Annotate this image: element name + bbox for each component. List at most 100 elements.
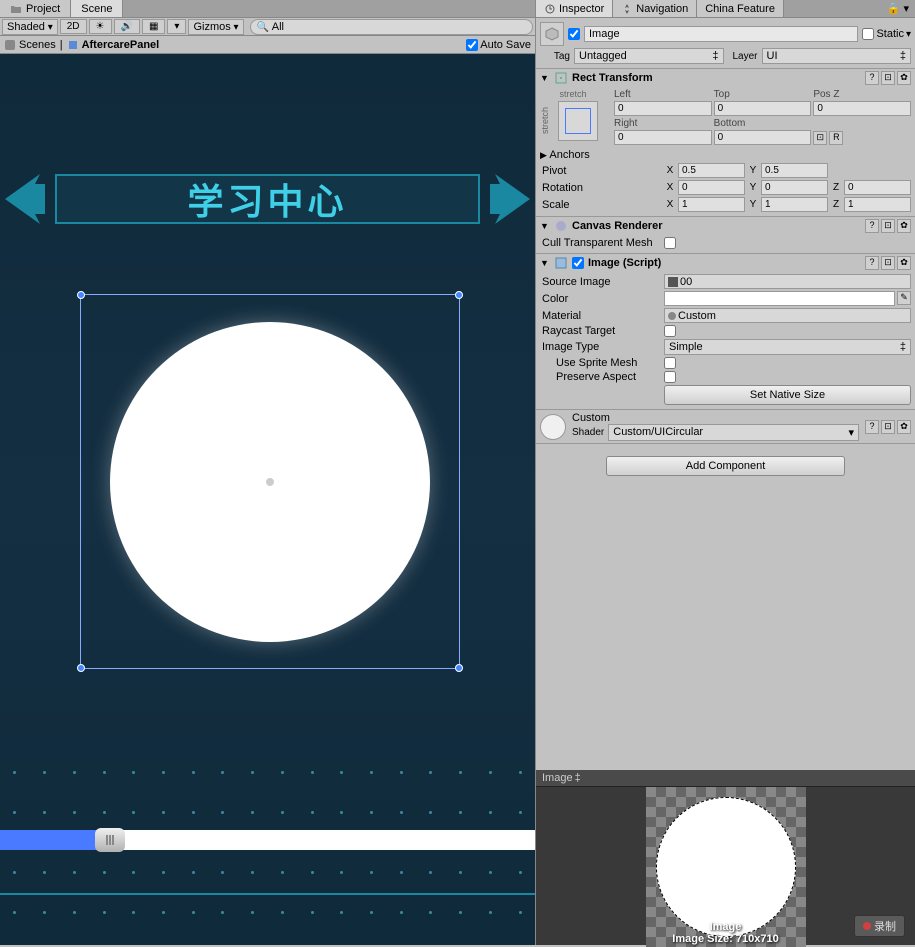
color-field[interactable] <box>664 291 895 306</box>
banner-arrow-right-icon <box>485 164 535 234</box>
pivot-y-field[interactable] <box>761 163 828 178</box>
canvas-icon <box>554 219 568 233</box>
gameobject-header: Static ▾ Tag Untagged‡ Layer UI‡ <box>536 18 915 69</box>
help-button[interactable]: ? <box>865 71 879 85</box>
help-button[interactable]: ? <box>865 256 879 270</box>
record-dot-icon <box>863 922 871 930</box>
fx-button[interactable]: ▦ <box>142 19 165 34</box>
lighting-button[interactable]: ☀ <box>89 19 112 34</box>
help-button[interactable]: ? <box>865 219 879 233</box>
raw-edit-button[interactable]: R <box>829 131 843 145</box>
resize-handle-bl[interactable] <box>77 664 85 672</box>
breadcrumb-item[interactable]: AftercarePanel <box>67 39 160 51</box>
raycast-label: Raycast Target <box>540 325 660 337</box>
breadcrumb-scenes[interactable]: Scenes <box>4 39 56 51</box>
extra-dropdown[interactable]: ▾ <box>167 19 186 34</box>
tab-project-label: Project <box>26 3 60 15</box>
tag-dropdown[interactable]: Untagged‡ <box>574 48 724 64</box>
slider[interactable] <box>0 830 535 850</box>
pivot-dot[interactable] <box>266 478 274 486</box>
gameobject-name-field[interactable] <box>584 26 858 42</box>
scene-view[interactable]: 学习中心 <box>0 54 535 945</box>
gear-icon[interactable]: ✿ <box>897 71 911 85</box>
slider-thumb[interactable] <box>95 828 125 852</box>
tab-inspector[interactable]: Inspector <box>536 0 613 17</box>
banner-title: 学习中心 <box>187 173 347 225</box>
bottom-field[interactable] <box>714 130 812 145</box>
add-component-button[interactable]: Add Component <box>606 456 845 476</box>
shading-dropdown[interactable]: Shaded ▾ <box>2 19 58 35</box>
fold-icon[interactable]: ▼ <box>540 258 550 268</box>
preset-button[interactable]: ⊡ <box>881 420 895 434</box>
tab-scene-label: Scene <box>81 3 112 15</box>
autosave-toggle[interactable]: Auto Save <box>466 39 531 51</box>
bottom-label: Bottom <box>714 118 812 129</box>
material-field[interactable]: Custom <box>664 308 911 323</box>
scale-y-field[interactable] <box>761 197 828 212</box>
cull-checkbox[interactable] <box>664 237 676 249</box>
shader-dropdown[interactable]: Custom/UICircular▾ <box>608 424 859 441</box>
mode-2d-button[interactable]: 2D <box>60 19 87 34</box>
preview-checker: ImageImage Size: 710x710 <box>646 787 806 947</box>
source-image-field[interactable]: 00 <box>664 274 911 289</box>
set-native-size-button[interactable]: Set Native Size <box>664 385 911 405</box>
record-button[interactable]: 录制 <box>854 915 905 937</box>
posz-field[interactable] <box>813 101 911 116</box>
inspector-icon <box>544 3 556 15</box>
preset-button[interactable]: ⊡ <box>881 256 895 270</box>
static-checkbox[interactable] <box>862 28 874 40</box>
resize-handle-br[interactable] <box>455 664 463 672</box>
selection-rect[interactable] <box>80 294 460 669</box>
material-preview-sphere[interactable] <box>540 414 566 440</box>
cull-label: Cull Transparent Mesh <box>540 237 660 249</box>
right-field[interactable] <box>614 130 712 145</box>
lock-icon[interactable]: 🔒 ▾ <box>881 0 915 17</box>
scale-x-field[interactable] <box>678 197 745 212</box>
preset-button[interactable]: ⊡ <box>881 219 895 233</box>
image-enabled-checkbox[interactable] <box>572 257 584 269</box>
anchor-preset-button[interactable] <box>558 101 598 141</box>
rot-y-field[interactable] <box>761 180 828 195</box>
resize-handle-tr[interactable] <box>455 291 463 299</box>
autosave-checkbox[interactable] <box>466 39 478 51</box>
rot-z-field[interactable] <box>844 180 911 195</box>
shader-label: Shader <box>572 427 604 438</box>
layer-dropdown[interactable]: UI‡ <box>762 48 912 64</box>
preview-header[interactable]: Image ‡ <box>536 770 915 787</box>
banner-arrow-left-icon <box>0 164 50 234</box>
anchors-fold[interactable]: ▶ <box>540 150 547 160</box>
fold-icon[interactable]: ▼ <box>540 73 550 83</box>
material-section: Custom Shader Custom/UICircular▾ ?⊡✿ <box>536 410 915 444</box>
gameobject-active-checkbox[interactable] <box>568 28 580 40</box>
fold-icon[interactable]: ▼ <box>540 221 550 231</box>
gameobject-icon[interactable] <box>540 22 564 46</box>
resize-handle-tl[interactable] <box>77 291 85 299</box>
pivot-x-field[interactable] <box>678 163 745 178</box>
gizmos-dropdown[interactable]: Gizmos ▾ <box>188 19 243 35</box>
top-field[interactable] <box>714 101 812 116</box>
image-type-dropdown[interactable]: Simple‡ <box>664 339 911 355</box>
raycast-checkbox[interactable] <box>664 325 676 337</box>
preserve-aspect-checkbox[interactable] <box>664 371 676 383</box>
left-field[interactable] <box>614 101 712 116</box>
tab-china-feature[interactable]: China Feature <box>697 0 784 17</box>
scene-breadcrumb: Scenes | AftercarePanel Auto Save <box>0 36 535 54</box>
audio-button[interactable]: 🔊 <box>114 19 140 34</box>
preset-button[interactable]: ⊡ <box>881 71 895 85</box>
image-component: ▼ Image (Script) ?⊡✿ Source Image 00 Col… <box>536 254 915 410</box>
tab-scene[interactable]: Scene <box>71 0 123 17</box>
tab-navigation[interactable]: Navigation <box>613 0 697 17</box>
gear-icon[interactable]: ✿ <box>897 219 911 233</box>
scene-search[interactable]: 🔍 All <box>250 19 533 35</box>
sprite-mesh-checkbox[interactable] <box>664 357 676 369</box>
eyedropper-icon[interactable]: ✎ <box>897 291 911 305</box>
blueprint-button[interactable]: ⊡ <box>813 131 827 145</box>
gear-icon[interactable]: ✿ <box>897 420 911 434</box>
scene-tabs: Project Scene <box>0 0 535 18</box>
tab-project[interactable]: Project <box>0 0 71 17</box>
stretch-h-label: stretch <box>559 89 586 99</box>
help-button[interactable]: ? <box>865 420 879 434</box>
rot-x-field[interactable] <box>678 180 745 195</box>
scale-z-field[interactable] <box>844 197 911 212</box>
gear-icon[interactable]: ✿ <box>897 256 911 270</box>
